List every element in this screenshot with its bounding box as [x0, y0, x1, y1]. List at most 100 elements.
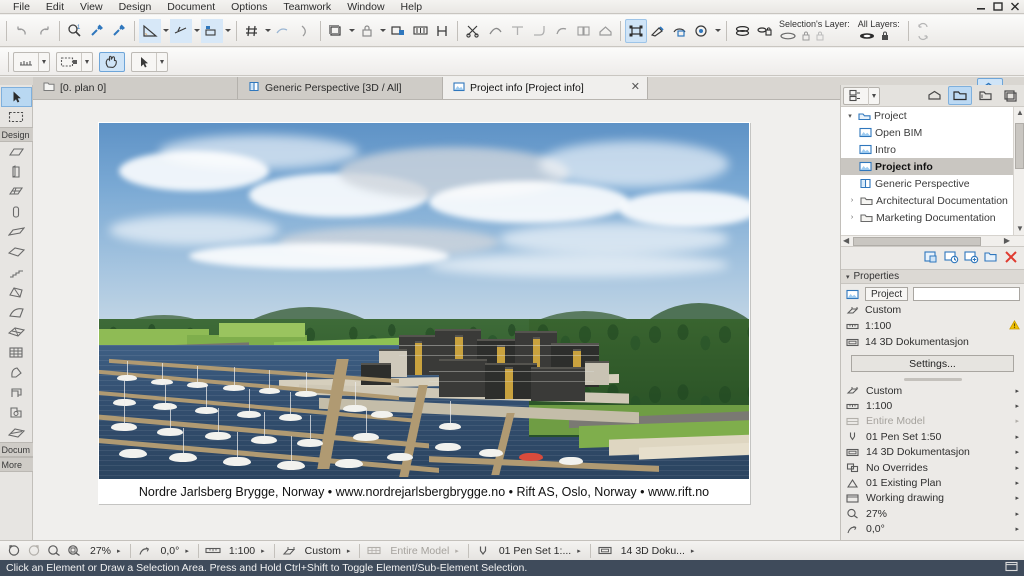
3d-cutaway-icon[interactable]	[325, 19, 347, 43]
tree-horizontal-scrollbar[interactable]: ◀ ▶	[841, 235, 1024, 246]
tool-stair[interactable]	[1, 262, 32, 282]
chevron-right-icon[interactable]: ▸	[1015, 402, 1019, 410]
project-name-input[interactable]	[913, 287, 1020, 301]
new-view-icon[interactable]	[964, 250, 979, 267]
clone-folder-icon[interactable]	[924, 250, 939, 267]
dimension-settings-dropdown[interactable]	[38, 53, 49, 71]
suspend-groups-icon[interactable]	[669, 19, 691, 43]
navigator-tab-project-map[interactable]	[923, 86, 947, 105]
magic-wand-icon[interactable]	[201, 19, 223, 43]
menu-help[interactable]: Help	[393, 0, 431, 14]
arrow-tool-button[interactable]	[131, 52, 168, 72]
penset-icon[interactable]	[473, 542, 493, 560]
tree-node-open-bim[interactable]: Open BIM	[841, 124, 1024, 141]
bottom-layer-dropdown[interactable]: ▸	[691, 547, 700, 555]
chevron-right-icon[interactable]: ›	[847, 214, 857, 221]
close-button[interactable]	[1008, 1, 1022, 12]
menu-teamwork[interactable]: Teamwork	[275, 0, 339, 14]
bottom-penset-dropdown[interactable]: ▸	[577, 547, 586, 555]
menu-options[interactable]: Options	[223, 0, 275, 14]
quick-option-pen-set[interactable]: 01 Pen Set 1:50 ▸	[841, 429, 1024, 444]
layer-icon[interactable]	[595, 542, 615, 560]
tool-object[interactable]	[1, 382, 32, 402]
bottom-scale-value[interactable]: 1:100	[223, 545, 261, 557]
solid-operations-dropdown[interactable]	[713, 19, 722, 43]
tab-generic-perspective[interactable]: Generic Perspective [3D / All]	[238, 77, 443, 99]
warning-icon[interactable]	[1009, 320, 1020, 333]
chevron-right-icon[interactable]: ▸	[1015, 510, 1019, 518]
undo-icon[interactable]	[11, 19, 33, 43]
chevron-right-icon[interactable]: ▸	[1015, 479, 1019, 487]
tree-node-marketing-documentation[interactable]: › Marketing Documentation	[841, 209, 1024, 226]
tab-close-icon[interactable]: ✕	[631, 82, 640, 93]
curve-icon[interactable]	[484, 19, 506, 43]
solid-operations-icon[interactable]	[691, 19, 713, 43]
pan-tool-button[interactable]	[99, 52, 125, 72]
quick-option-renovation-filter[interactable]: 01 Existing Plan ▸	[841, 475, 1024, 490]
tool-shell[interactable]	[1, 302, 32, 322]
tool-door[interactable]	[1, 162, 32, 182]
tree-vertical-thumb[interactable]	[1015, 123, 1024, 169]
save-view-icon[interactable]	[944, 250, 959, 267]
chevron-right-icon[interactable]: ▸	[1015, 494, 1019, 502]
split-icon[interactable]	[572, 19, 594, 43]
lock-dropdown[interactable]	[378, 19, 387, 43]
chevron-right-icon[interactable]: ▸	[1015, 448, 1019, 456]
navigator-tree[interactable]: ▾ Project Open BIM Intro Project info Ge…	[841, 107, 1024, 247]
tree-node-intro[interactable]: Intro	[841, 141, 1024, 158]
grid-snap-dropdown[interactable]	[263, 19, 272, 43]
relative-construction-icon[interactable]	[139, 19, 161, 43]
tool-mesh[interactable]	[1, 322, 32, 342]
marker-range-icon[interactable]	[431, 19, 453, 43]
bottom-renovation-dropdown[interactable]: ▸	[347, 547, 356, 555]
bottom-penset-value[interactable]: 01 Pen Set 1:...	[493, 545, 577, 557]
fit-in-window-icon[interactable]	[64, 542, 84, 560]
relative-construction-dropdown[interactable]	[161, 19, 170, 43]
magic-wand-dropdown[interactable]	[223, 19, 232, 43]
home-icon[interactable]	[594, 19, 616, 43]
scale-icon[interactable]	[203, 542, 223, 560]
delete-icon[interactable]	[1004, 250, 1018, 267]
chevron-right-icon[interactable]: ›	[847, 197, 857, 204]
tool-wall[interactable]	[1, 142, 32, 162]
partial-structure-icon[interactable]	[364, 542, 384, 560]
new-folder-icon[interactable]	[984, 250, 999, 267]
view-settings-dropdown[interactable]	[81, 53, 92, 71]
document-canvas[interactable]: Nordre Jarlsberg Brygge, Norway • www.no…	[34, 100, 840, 540]
quick-option-zoom[interactable]: 27% ▸	[841, 506, 1024, 521]
eyedropper-icon[interactable]	[86, 19, 108, 43]
properties-caret-icon[interactable]: ▾	[846, 273, 850, 281]
redo-icon[interactable]	[33, 19, 55, 43]
tool-arrow[interactable]	[1, 87, 32, 107]
properties-header[interactable]: ▾ Properties	[841, 269, 1024, 284]
tool-roof[interactable]	[1, 282, 32, 302]
tool-column[interactable]	[1, 202, 32, 222]
bottom-orientation-value[interactable]: 0,0°	[155, 545, 186, 557]
property-row-renovation[interactable]: Custom	[845, 302, 1020, 318]
navigator-mode-dropdown[interactable]	[868, 87, 879, 105]
tool-railing[interactable]	[1, 422, 32, 442]
chevron-right-icon[interactable]: ▸	[1015, 417, 1019, 425]
renovation-icon[interactable]	[279, 542, 299, 560]
zoom-out-icon[interactable]	[44, 542, 64, 560]
layer-settings-icon[interactable]	[731, 19, 753, 43]
fillet-icon[interactable]	[528, 19, 550, 43]
quick-option-layer-combination[interactable]: 14 3D Dokumentasjon ▸	[841, 445, 1024, 460]
property-row-scale[interactable]: 1:100	[845, 318, 1020, 334]
offset-icon[interactable]	[170, 19, 192, 43]
chevron-right-icon[interactable]: ▸	[1015, 464, 1019, 472]
quick-option-graphic-override[interactable]: No Overrides ▸	[841, 460, 1024, 475]
bottom-zoom-value[interactable]: 27%	[84, 545, 117, 557]
status-window-icon[interactable]	[1005, 561, 1018, 575]
property-row-layer-combination[interactable]: 14 3D Dokumentasjon	[845, 334, 1020, 350]
paint-group-icon[interactable]	[647, 19, 669, 43]
snap-guide-icon[interactable]	[272, 19, 294, 43]
menu-document[interactable]: Document	[159, 0, 223, 14]
navigator-tab-layout-book[interactable]	[973, 86, 997, 105]
menu-file[interactable]: File	[5, 0, 38, 14]
quick-option-model-view[interactable]: Working drawing ▸	[841, 491, 1024, 506]
scissors-icon[interactable]	[462, 19, 484, 43]
tab-floorplan[interactable]: [0. plan 0]	[33, 77, 238, 99]
navigator-mode-button[interactable]	[843, 87, 880, 105]
rotate-copy-icon[interactable]	[550, 19, 572, 43]
